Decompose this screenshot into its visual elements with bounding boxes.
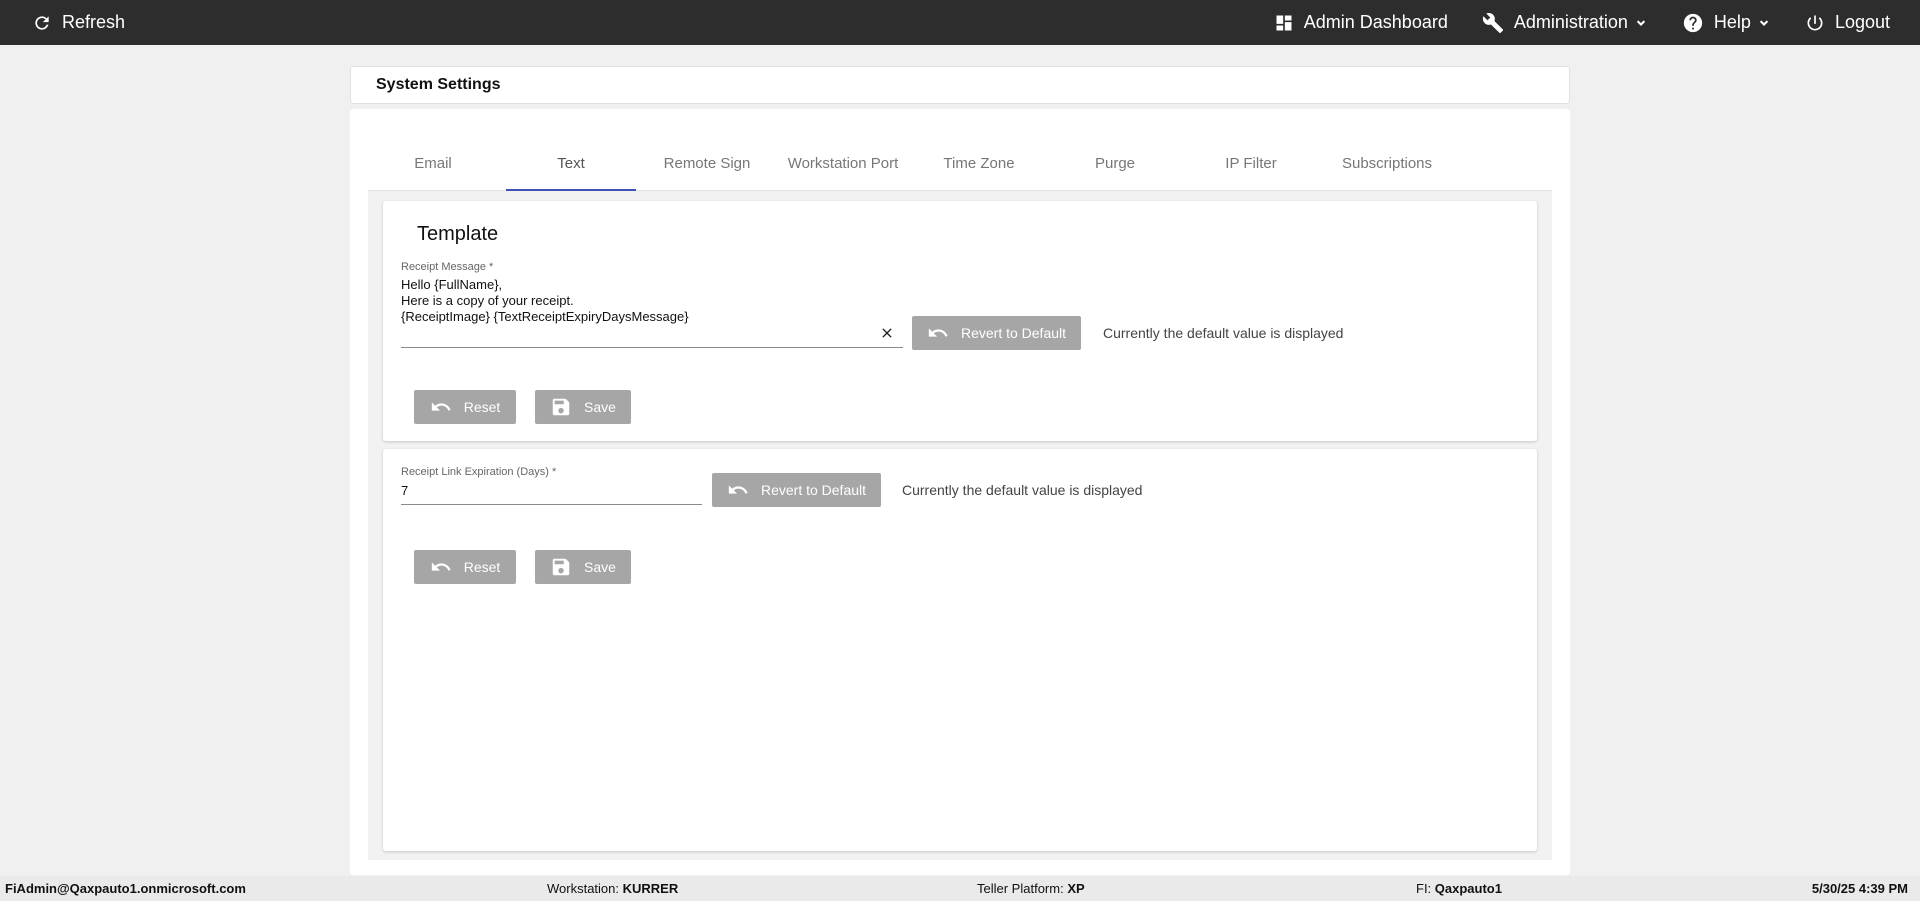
tab-ip-filter[interactable]: IP Filter: [1186, 137, 1316, 190]
save-label: Save: [584, 559, 616, 575]
admin-dashboard-label: Admin Dashboard: [1303, 12, 1448, 32]
undo-icon: [431, 402, 451, 411]
settings-card: Email Text Remote Sign Workstation Port …: [350, 109, 1570, 875]
settings-tabs: Email Text Remote Sign Workstation Port …: [368, 137, 1552, 191]
save-label: Save: [584, 399, 616, 415]
status-text: Currently the default value is displayed: [1103, 325, 1344, 341]
template-panel: Template Receipt Message * Hello {FullNa…: [383, 201, 1537, 441]
revert-label: Revert to Default: [760, 482, 867, 498]
revert-to-default-button[interactable]: Revert to Default: [912, 316, 1081, 350]
template-title: Template: [417, 223, 499, 245]
footer-fi: FI: Qaxpauto1: [1416, 881, 1502, 896]
refresh-button[interactable]: Refresh: [32, 12, 125, 33]
tab-remote-sign[interactable]: Remote Sign: [642, 137, 772, 190]
undo-icon: [728, 485, 748, 494]
chevron-down-icon: [1636, 19, 1646, 26]
dashboard-icon: [1276, 15, 1292, 30]
status-text: Currently the default value is displayed: [902, 482, 1143, 498]
footer-teller-platform: Teller Platform: XP: [977, 881, 1085, 896]
wrench-icon: [1482, 12, 1503, 33]
receipt-link-expiration-underline: [401, 504, 702, 505]
reset-button[interactable]: Reset: [414, 390, 516, 424]
receipt-link-expiration-label: Receipt Link Expiration (Days) *: [401, 466, 557, 478]
receipt-message-input[interactable]: Hello {FullName}, Here is a copy of your…: [401, 277, 871, 325]
administration-label: Administration: [1513, 12, 1628, 32]
tab-subscriptions[interactable]: Subscriptions: [1322, 137, 1452, 190]
chevron-down-icon: [1759, 19, 1769, 26]
receipt-link-expiration-input[interactable]: 7: [401, 483, 701, 499]
save-icon: [552, 558, 570, 576]
page-title: System Settings: [376, 76, 501, 93]
undo-icon: [928, 328, 948, 337]
logout-label: Logout: [1834, 12, 1890, 32]
logout-button[interactable]: Logout: [1805, 12, 1890, 33]
tab-text[interactable]: Text: [506, 137, 636, 191]
expiration-panel: Receipt Link Expiration (Days) * 7 Rever…: [383, 449, 1537, 851]
footer-user: FiAdmin@Qaxpauto1.onmicrosoft.com: [5, 881, 246, 896]
help-circle-icon: [1683, 13, 1703, 32]
power-icon: [1807, 15, 1823, 30]
revert-to-default-button[interactable]: Revert to Default: [712, 473, 881, 507]
admin-dashboard-button[interactable]: Admin Dashboard: [1274, 12, 1448, 33]
save-button[interactable]: Save: [535, 550, 631, 584]
clear-icon[interactable]: [879, 325, 895, 341]
revert-label: Revert to Default: [960, 325, 1067, 341]
receipt-message-underline: [401, 347, 903, 348]
status-footer: FiAdmin@Qaxpauto1.onmicrosoft.com Workst…: [0, 876, 1920, 901]
reset-label: Reset: [463, 559, 501, 575]
top-navigation-bar: Refresh Admin Dashboard Administration H…: [0, 0, 1920, 45]
help-label: Help: [1713, 12, 1751, 32]
refresh-icon: [35, 15, 49, 30]
reset-label: Reset: [463, 399, 501, 415]
tab-time-zone[interactable]: Time Zone: [914, 137, 1044, 190]
page-header: System Settings: [350, 66, 1570, 104]
refresh-label: Refresh: [62, 12, 126, 32]
footer-workstation: Workstation: KURRER: [547, 881, 679, 896]
tab-purge[interactable]: Purge: [1050, 137, 1180, 190]
reset-button[interactable]: Reset: [414, 550, 516, 584]
administration-menu-button[interactable]: Administration: [1482, 12, 1648, 34]
tab-email[interactable]: Email: [368, 137, 498, 190]
undo-icon: [431, 562, 451, 571]
receipt-message-label: Receipt Message *: [401, 261, 494, 273]
save-icon: [552, 398, 570, 416]
tab-workstation-port[interactable]: Workstation Port: [778, 137, 908, 190]
tab-content-area: Template Receipt Message * Hello {FullNa…: [368, 191, 1552, 860]
footer-datetime: 5/30/25 4:39 PM: [1811, 881, 1908, 896]
help-menu-button[interactable]: Help: [1682, 12, 1771, 34]
save-button[interactable]: Save: [535, 390, 631, 424]
